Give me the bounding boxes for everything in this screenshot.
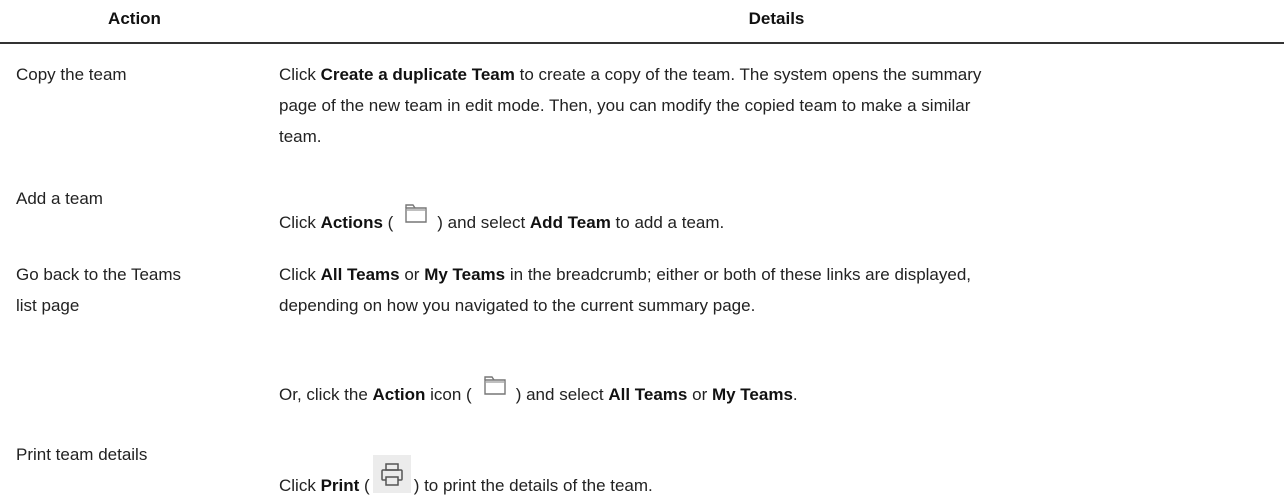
details-text: to add a team.	[610, 213, 725, 232]
action-text: list page	[16, 296, 80, 315]
details-text: Click	[279, 65, 321, 84]
details-text: ) to print the details of the team.	[413, 476, 653, 495]
details-text: or	[399, 265, 425, 284]
header-divider	[0, 42, 1284, 44]
details-text: Click	[279, 265, 321, 284]
actions-label: Actions	[320, 213, 383, 232]
details-text: icon (	[425, 385, 472, 404]
details-text: depending on how you navigated to the cu…	[279, 296, 756, 315]
column-header-details: Details	[748, 9, 805, 28]
column-header-action: Action	[108, 9, 161, 28]
add-team-label: Add Team	[529, 213, 611, 232]
details-text: Click	[279, 476, 321, 495]
row-go-back-action: Go back to the Teams list page	[16, 259, 264, 321]
details-text: in the breadcrumb; either or both of the…	[505, 265, 972, 284]
reference-table: Action Details Copy the team Click Creat…	[0, 0, 1284, 504]
folder-icon[interactable]	[396, 192, 435, 230]
printer-icon[interactable]	[372, 455, 411, 493]
my-teams-label: My Teams	[424, 265, 506, 284]
details-text: to create a copy of the team. The system…	[514, 65, 982, 84]
all-teams-label: All Teams	[608, 385, 688, 404]
details-text: .	[792, 385, 798, 404]
details-text: page of the new team in edit mode. Then,…	[279, 96, 971, 115]
details-text: Click	[279, 213, 321, 232]
create-duplicate-team-label: Create a duplicate Team	[320, 65, 515, 84]
row-print-action: Print team details	[16, 445, 148, 464]
row-copy-team-details: Click Create a duplicate Team to create …	[279, 59, 1279, 152]
details-text: ) and select	[437, 213, 530, 232]
details-text: (	[382, 213, 394, 232]
action-label: Action	[372, 385, 426, 404]
folder-icon[interactable]	[474, 364, 513, 402]
details-text: team.	[279, 127, 322, 146]
print-label: Print	[320, 476, 360, 495]
details-text: ) and select	[515, 385, 609, 404]
details-text: Or, click the	[279, 385, 373, 404]
row-go-back-details: Click All Teams or My Teams in the bread…	[279, 259, 1279, 321]
details-text: (	[359, 476, 370, 495]
row-print-details: Click Print ( ) to print the details of t…	[279, 455, 1279, 501]
my-teams-label: My Teams	[711, 385, 793, 404]
row-copy-team-action: Copy the team	[16, 65, 127, 84]
row-add-team-details: Click Actions ( ) and select Add Team to …	[279, 192, 1279, 238]
row-add-team-action: Add a team	[16, 189, 103, 208]
details-text: or	[687, 385, 712, 404]
all-teams-label: All Teams	[320, 265, 400, 284]
row-go-back-alternative: Or, click the Action icon () and select …	[279, 364, 1279, 410]
action-text: Go back to the Teams	[16, 265, 182, 284]
